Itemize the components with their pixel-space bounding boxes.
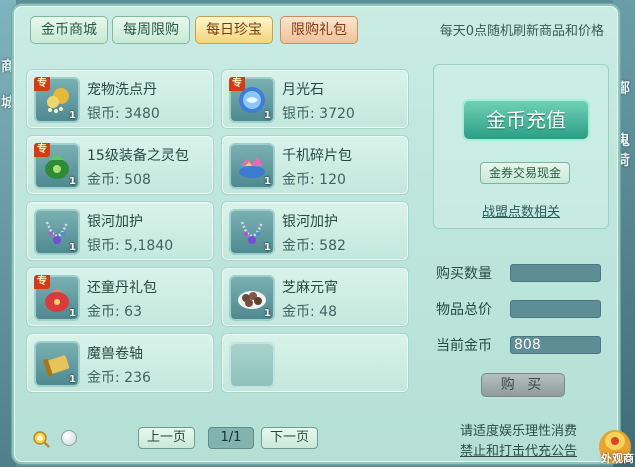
item-card[interactable]: 专 1 15级装备之灵包 金币: 508 — [26, 135, 214, 195]
item-price: 银币: 3720 — [282, 106, 355, 122]
item-price: 金币: 582 — [282, 238, 346, 254]
quantity-field[interactable] — [510, 264, 601, 282]
tab-weekly-limit[interactable]: 每周限购 — [112, 16, 190, 44]
item-price: 金币: 120 — [282, 172, 346, 188]
tab-daily-treasure[interactable]: 每日珍宝 — [195, 16, 273, 44]
item-card[interactable]: 1 魔兽卷轴 金币: 236 — [26, 333, 214, 393]
quantity-label: 购买数量 — [436, 266, 492, 282]
current-gold-label: 当前金币 — [436, 338, 492, 354]
item-card[interactable]: 1 银河加护 银币: 5,1840 — [26, 201, 214, 261]
item-quantity: 1 — [264, 176, 271, 187]
total-price-field — [510, 300, 601, 318]
item-quantity: 1 — [69, 308, 76, 319]
item-quantity: 1 — [69, 242, 76, 253]
item-slot: 1 — [229, 143, 275, 189]
item-name: 还童丹礼包 — [87, 280, 157, 296]
item-slot: 专 1 — [34, 77, 80, 123]
empty-slot — [229, 342, 275, 388]
item-quantity: 1 — [69, 110, 76, 121]
gold-recharge-button[interactable]: 金币充值 — [462, 99, 590, 141]
tab-limited-gift[interactable]: 限购礼包 — [280, 16, 358, 44]
item-quantity: 1 — [69, 374, 76, 385]
item-name: 15级装备之灵包 — [87, 148, 189, 164]
coupon-trade-button[interactable]: 金券交易现金 — [480, 162, 570, 184]
special-badge: 专 — [229, 77, 245, 91]
empty-item-card — [221, 333, 409, 393]
item-card[interactable]: 专 1 月光石 银币: 3720 — [221, 69, 409, 129]
magnifier-icon[interactable] — [32, 430, 50, 448]
item-name: 芝麻元宵 — [282, 280, 338, 296]
item-card[interactable]: 1 千机碎片包 金币: 120 — [221, 135, 409, 195]
shop-panel: 金币商城 每周限购 每日珍宝 限购礼包 每天0点随机刷新商品和价格 专 1 宠物… — [12, 4, 620, 464]
item-name: 魔兽卷轴 — [87, 346, 143, 362]
item-price: 金币: 63 — [87, 304, 142, 320]
item-quantity: 1 — [69, 176, 76, 187]
item-name: 宠物洗点丹 — [87, 82, 157, 98]
item-quantity: 1 — [264, 242, 271, 253]
compliance-notice: 请适度娱乐理性消费 — [460, 424, 578, 439]
item-slot: 专 1 — [229, 77, 275, 123]
item-slot: 1 — [229, 209, 275, 255]
pearl-icon[interactable] — [61, 430, 77, 446]
current-gold-value: 808 — [510, 336, 601, 354]
special-badge: 专 — [34, 275, 50, 289]
anti-proxy-recharge-link[interactable]: 禁止和打击代充公告 — [460, 440, 577, 459]
buy-button[interactable]: 购 买 — [481, 373, 565, 397]
prev-page-button[interactable]: 上一页 — [138, 427, 196, 449]
item-slot: 专 1 — [34, 143, 80, 189]
item-name: 千机碎片包 — [282, 148, 352, 164]
item-price: 金币: 48 — [282, 304, 337, 320]
appearance-shop-button[interactable]: 外观商 — [589, 415, 635, 467]
appearance-shop-label: 外观商 — [601, 452, 634, 465]
special-badge: 专 — [34, 77, 50, 91]
item-price: 金币: 508 — [87, 172, 151, 188]
item-slot: 专 1 — [34, 275, 80, 321]
item-slot: 1 — [34, 209, 80, 255]
tab-gold-mall[interactable]: 金币商城 — [30, 16, 108, 44]
page-indicator: 1/1 — [208, 427, 254, 449]
item-card[interactable]: 专 1 宠物洗点丹 银币: 3480 — [26, 69, 214, 129]
item-name: 月光石 — [282, 82, 324, 98]
item-price: 银币: 5,1840 — [87, 238, 174, 254]
item-price: 银币: 3480 — [87, 106, 160, 122]
item-slot: 1 — [229, 275, 275, 321]
item-quantity: 1 — [264, 308, 271, 319]
item-name: 银河加护 — [87, 214, 143, 230]
item-name: 银河加护 — [282, 214, 338, 230]
item-quantity: 1 — [264, 110, 271, 121]
special-badge: 专 — [34, 143, 50, 157]
item-card[interactable]: 1 芝麻元宵 金币: 48 — [221, 267, 409, 327]
refresh-notice: 每天0点随机刷新商品和价格 — [439, 24, 604, 39]
alliance-points-link[interactable]: 战盟点数相关 — [482, 201, 560, 220]
item-slot: 1 — [34, 341, 80, 387]
item-card[interactable]: 专 1 还童丹礼包 金币: 63 — [26, 267, 214, 327]
next-page-button[interactable]: 下一页 — [261, 427, 319, 449]
item-card[interactable]: 1 银河加护 金币: 582 — [221, 201, 409, 261]
recharge-box: 金币充值 金券交易现金 战盟点数相关 — [433, 64, 609, 229]
item-price: 金币: 236 — [87, 370, 151, 386]
total-price-label: 物品总价 — [436, 302, 492, 318]
